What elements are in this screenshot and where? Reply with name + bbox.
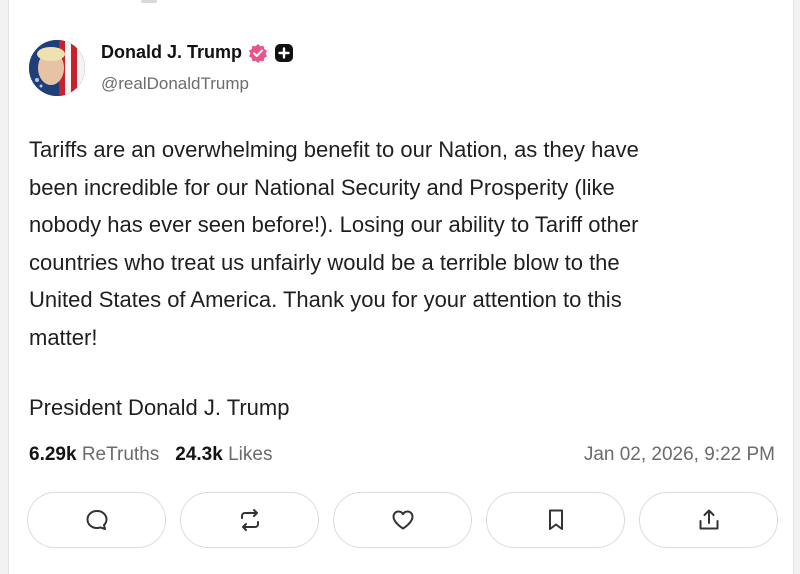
post-body: Tariffs are an overwhelming benefit to o… xyxy=(29,131,769,356)
bookmark-icon xyxy=(548,509,563,530)
author-name[interactable]: Donald J. Trump xyxy=(101,42,242,63)
likes-label: Likes xyxy=(228,444,273,465)
post-signature: President Donald J. Trump xyxy=(29,395,290,420)
reply-icon xyxy=(86,510,107,530)
post-body-line: United States of America. Thank you for … xyxy=(29,287,622,312)
retruths-count: 6.29k xyxy=(29,444,77,465)
retruths-label: ReTruths xyxy=(81,444,160,465)
verified-badge-icon xyxy=(248,43,268,63)
likes-stat[interactable]: 24.3k Likes xyxy=(175,444,272,466)
heart-icon xyxy=(392,510,413,530)
post-stats: 6.29k ReTruths 24.3k Likes xyxy=(29,444,272,466)
share-icon xyxy=(699,509,718,530)
author-row: Donald J. Trump xyxy=(101,42,294,63)
reply-button[interactable] xyxy=(27,492,166,548)
avatar[interactable] xyxy=(29,40,85,96)
post-card: Donald J. Trump @realDonaldTrump Tariffs… xyxy=(8,0,794,574)
retruth-button[interactable] xyxy=(180,492,319,548)
post-body-line: Tariffs are an overwhelming benefit to o… xyxy=(29,137,639,162)
like-button[interactable] xyxy=(333,492,472,548)
post-body-line: been incredible for our National Securit… xyxy=(29,174,615,200)
previous-post-edge xyxy=(9,0,793,10)
bookmark-button[interactable] xyxy=(486,492,625,548)
author-handle[interactable]: @realDonaldTrump xyxy=(101,74,249,94)
post-body-line: nobody has ever seen before!). Losing ou… xyxy=(29,212,639,237)
likes-count: 24.3k xyxy=(175,444,223,465)
retruth-icon xyxy=(240,509,259,531)
post-body-line: countries who treat us unfairly would be… xyxy=(29,249,620,275)
plus-badge-icon xyxy=(274,43,294,63)
action-bar xyxy=(27,492,778,548)
share-button[interactable] xyxy=(639,492,778,548)
post-body-line: matter! xyxy=(29,324,98,350)
retruths-stat[interactable]: 6.29k ReTruths xyxy=(29,444,159,466)
post-timestamp[interactable]: Jan 02, 2026, 9:22 PM xyxy=(584,444,775,466)
